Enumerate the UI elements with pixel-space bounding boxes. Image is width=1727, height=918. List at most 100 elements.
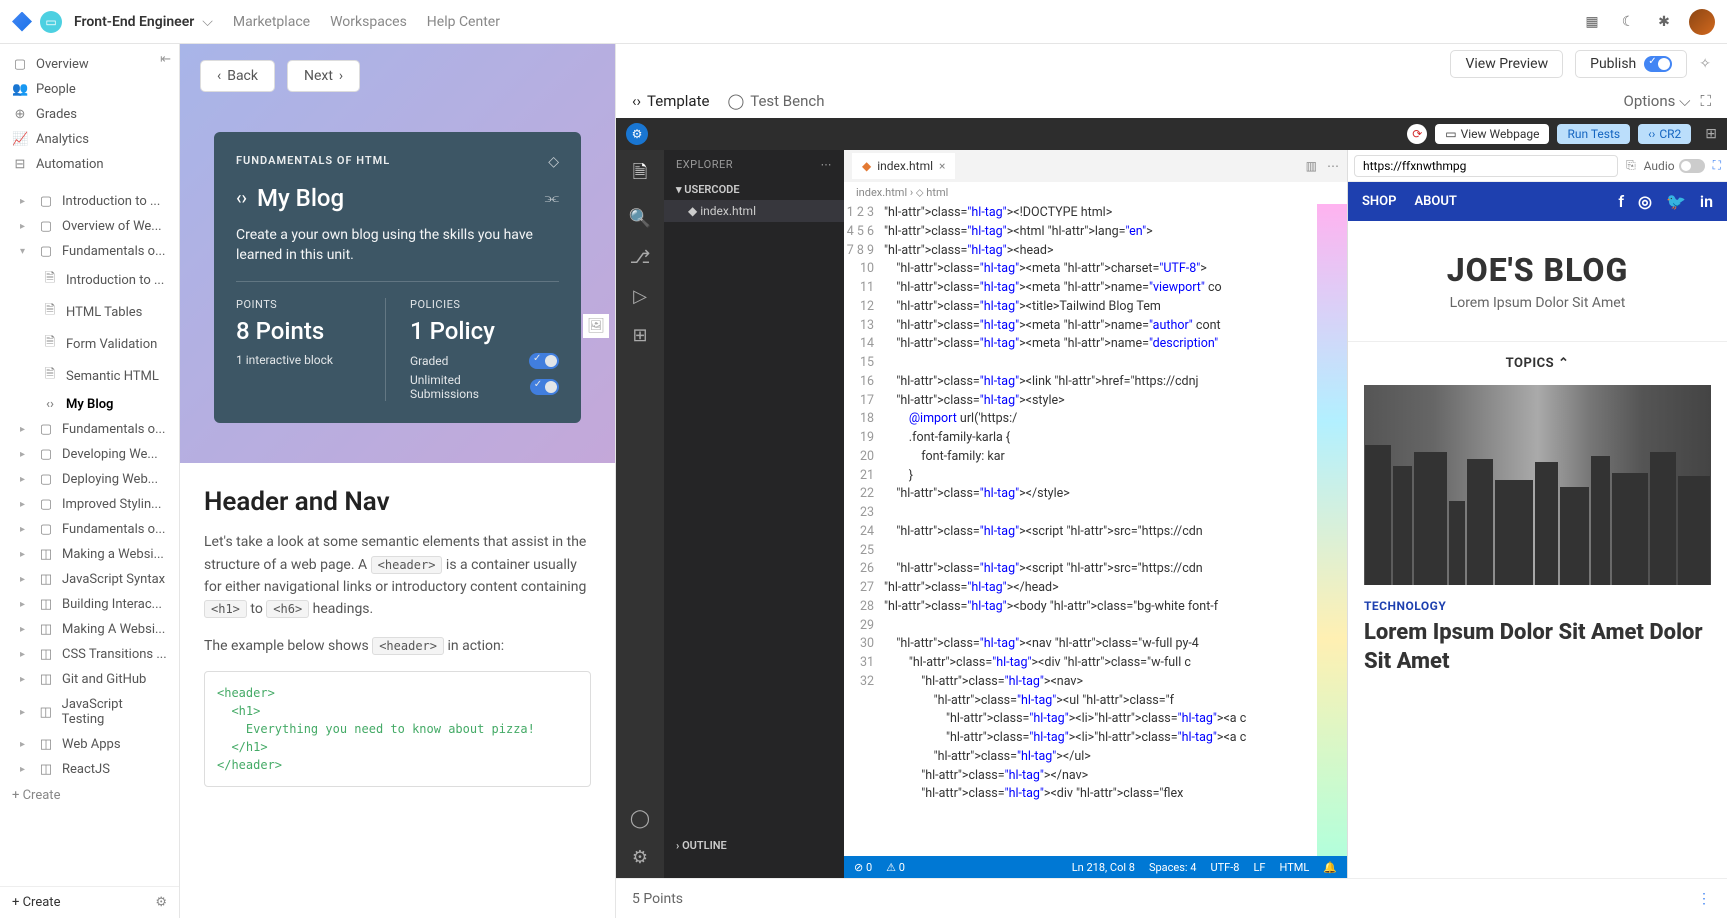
nav-workspaces[interactable]: Workspaces xyxy=(330,14,407,30)
view-webpage-button[interactable]: ▭ View Webpage xyxy=(1435,124,1549,144)
collapse-sidebar-icon[interactable]: ⇤ xyxy=(160,52,171,67)
tree-Git-and-GitHub[interactable]: ▸◫Git and GitHub xyxy=(0,667,179,692)
tree-Deploying-Web-[interactable]: ▸▢Deploying Web... xyxy=(0,467,179,492)
wand-icon[interactable]: ✧ xyxy=(1699,56,1711,72)
cr2-button[interactable]: ‹› CR2 xyxy=(1638,124,1691,144)
create-button[interactable]: + Create xyxy=(0,782,179,809)
tree-Fundamentals-o-[interactable]: ▸▢Fundamentals o... xyxy=(0,417,179,442)
theme-icon[interactable]: ☾ xyxy=(1617,11,1639,33)
blog-topics[interactable]: TOPICS ⌃ xyxy=(1348,342,1727,385)
grid-icon[interactable]: ⊞ xyxy=(1705,126,1717,142)
tree-Developing-We-[interactable]: ▸▢Developing We... xyxy=(0,442,179,467)
extensions-icon[interactable]: ⊞ xyxy=(632,325,647,346)
back-button[interactable]: ‹Back xyxy=(200,60,275,92)
gear-icon[interactable]: ⚙ xyxy=(626,123,648,145)
bug-icon[interactable]: ✱ xyxy=(1653,11,1675,33)
unlimited-toggle[interactable] xyxy=(530,379,559,395)
editor-more-icon[interactable]: ⋯ xyxy=(1327,159,1339,173)
tree-Building-Interac-[interactable]: ▸◫Building Interac... xyxy=(0,592,179,617)
audio-toggle[interactable] xyxy=(1679,159,1705,173)
sidebar-analytics[interactable]: 📈Analytics xyxy=(0,127,179,152)
view-preview-button[interactable]: View Preview xyxy=(1450,50,1563,78)
settings-icon[interactable]: ⚙ xyxy=(155,895,167,910)
copy-icon[interactable]: ⎘ xyxy=(1626,158,1636,173)
tree-Fundamentals-o-[interactable]: ▾▢Fundamentals o... xyxy=(0,239,179,264)
image-icon[interactable]: 🖼 xyxy=(583,314,609,338)
facebook-icon[interactable]: f xyxy=(1618,192,1624,211)
tab-testbench[interactable]: ◯Test Bench xyxy=(727,92,824,110)
news-icon[interactable]: ▦ xyxy=(1581,11,1603,33)
share-icon[interactable]: ⫘ xyxy=(545,188,559,208)
tree-child-Form-Validation[interactable]: 🗎Form Validation xyxy=(0,328,179,360)
status-lang[interactable]: HTML xyxy=(1280,861,1310,874)
breadcrumb[interactable]: index.html › ⬦ html xyxy=(844,182,1347,204)
minimap[interactable] xyxy=(1317,204,1347,856)
sidebar-grades[interactable]: ⊕Grades xyxy=(0,102,179,127)
explorer-more-icon[interactable]: ⋯ xyxy=(821,158,833,171)
course-dropdown-icon[interactable]: ⌵ xyxy=(202,14,213,30)
tree-ReactJS[interactable]: ▸◫ReactJS xyxy=(0,757,179,782)
account-icon[interactable]: ◯ xyxy=(630,808,650,829)
code-editor[interactable]: "hl-attr">class="hl-tag"><!DOCTYPE html>… xyxy=(884,204,1317,856)
blog-article-title[interactable]: Lorem Ipsum Dolor Sit Amet Dolor Sit Ame… xyxy=(1364,619,1711,676)
tree-Overview-of-We-[interactable]: ▸▢Overview of We... xyxy=(0,214,179,239)
preview-url-input[interactable] xyxy=(1354,155,1618,177)
status-errors[interactable]: ⊘ 0 xyxy=(854,861,872,874)
status-spaces[interactable]: Spaces: 4 xyxy=(1149,861,1197,874)
twitter-icon[interactable]: 🐦 xyxy=(1666,192,1686,211)
options-dropdown[interactable]: Options ⌵ xyxy=(1624,92,1691,110)
sidebar-automation[interactable]: ⊟Automation xyxy=(0,152,179,177)
tree-Making-A-Websi-[interactable]: ▸◫Making A Websi... xyxy=(0,617,179,642)
blog-nav-shop[interactable]: SHOP xyxy=(1362,194,1396,209)
nav-marketplace[interactable]: Marketplace xyxy=(233,14,310,30)
tree-Making-a-Websi-[interactable]: ▸◫Making a Websi... xyxy=(0,542,179,567)
tab-template[interactable]: ‹›Template xyxy=(632,92,709,110)
avatar[interactable] xyxy=(1689,9,1715,35)
status-encoding[interactable]: UTF-8 xyxy=(1210,861,1239,874)
linkedin-icon[interactable]: in xyxy=(1700,192,1713,211)
editor-tab-index[interactable]: ◆index.html× xyxy=(852,153,955,179)
footer-menu-icon[interactable]: ⋮ xyxy=(1697,891,1711,907)
tree-Introduction-to-[interactable]: ▸▢Introduction to ... xyxy=(0,189,179,214)
bottom-create-button[interactable]: + Create xyxy=(12,895,60,910)
course-title[interactable]: Front-End Engineer xyxy=(74,14,194,30)
tree-child-My-Blog[interactable]: ‹›My Blog xyxy=(0,392,179,417)
tree-child-Semantic-HTML[interactable]: 🗎Semantic HTML xyxy=(0,360,179,392)
graded-toggle[interactable] xyxy=(529,353,559,369)
outline-section[interactable]: › OUTLINE xyxy=(664,835,739,856)
nav-helpcenter[interactable]: Help Center xyxy=(427,14,500,30)
publish-button[interactable]: Publish xyxy=(1575,50,1687,78)
tree-JavaScript-Syntax[interactable]: ▸◫JavaScript Syntax xyxy=(0,567,179,592)
tree-child-Introduction-to-[interactable]: 🗎Introduction to ... xyxy=(0,264,179,296)
tree-JavaScript-Testing[interactable]: ▸◫JavaScript Testing xyxy=(0,692,179,732)
usercode-folder[interactable]: ▾ USERCODE xyxy=(664,179,844,200)
close-tab-icon[interactable]: × xyxy=(939,159,945,173)
manage-icon[interactable]: ⚙ xyxy=(632,847,648,868)
refresh-icon[interactable]: ⟳ xyxy=(1407,124,1427,144)
fullscreen-icon[interactable]: ⛶ xyxy=(1713,158,1721,173)
search-icon[interactable]: 🔍 xyxy=(629,208,651,229)
tree-Fundamentals-o-[interactable]: ▸▢Fundamentals o... xyxy=(0,517,179,542)
tree-Web-Apps[interactable]: ▸◫Web Apps xyxy=(0,732,179,757)
status-eol[interactable]: LF xyxy=(1253,861,1265,874)
expand-icon[interactable]: ⛶ xyxy=(1700,92,1711,110)
status-warnings[interactable]: ⚠ 0 xyxy=(886,861,905,874)
status-position[interactable]: Ln 218, Col 8 xyxy=(1072,861,1135,874)
run-tests-button[interactable]: Run Tests xyxy=(1557,124,1630,144)
sidebar-people[interactable]: 👥People xyxy=(0,77,179,102)
tree-CSS-Transitions-[interactable]: ▸◫CSS Transitions ... xyxy=(0,642,179,667)
blog-nav-about[interactable]: ABOUT xyxy=(1414,194,1456,209)
blog-category[interactable]: TECHNOLOGY xyxy=(1364,599,1711,613)
eraser-icon[interactable]: ◇ xyxy=(548,154,559,170)
split-icon[interactable]: ▥ xyxy=(1306,159,1317,173)
git-icon[interactable]: ⎇ xyxy=(630,247,651,268)
instagram-icon[interactable]: ◎ xyxy=(1638,192,1652,211)
files-icon[interactable]: 🗎 xyxy=(633,160,647,190)
debug-icon[interactable]: ▷ xyxy=(633,286,647,307)
tree-child-HTML-Tables[interactable]: 🗎HTML Tables xyxy=(0,296,179,328)
next-button[interactable]: Next› xyxy=(287,60,360,92)
tree-Improved-Stylin-[interactable]: ▸▢Improved Stylin... xyxy=(0,492,179,517)
sidebar-overview[interactable]: ▢Overview xyxy=(0,52,179,77)
file-index-html[interactable]: ◆ index.html xyxy=(664,200,844,222)
status-bell-icon[interactable]: 🔔 xyxy=(1323,861,1337,874)
